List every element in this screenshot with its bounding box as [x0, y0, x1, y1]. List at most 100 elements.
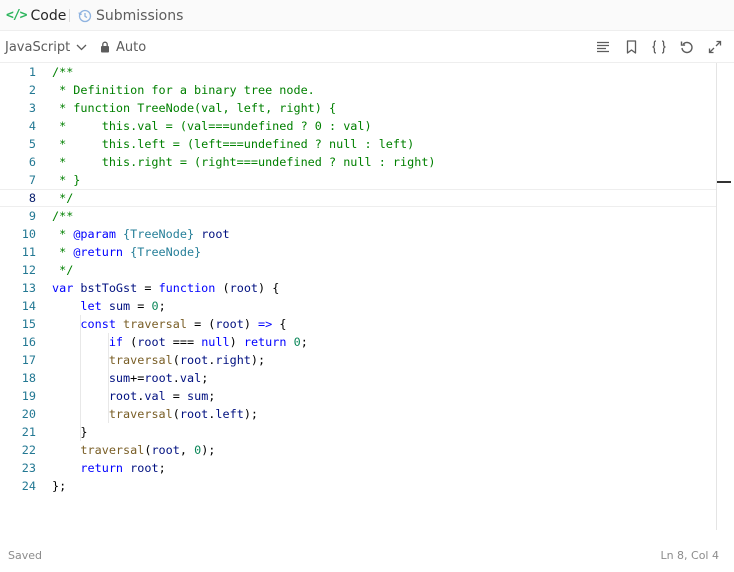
bookmark-icon[interactable]: [623, 39, 639, 55]
language-select[interactable]: JavaScript: [5, 31, 87, 63]
code-token: * }: [52, 173, 81, 187]
code-editor[interactable]: 1 /** 2 * Definition for a binary tree nod…: [0, 63, 734, 530]
line-number: 7: [28, 173, 36, 187]
line-number: 14: [21, 299, 36, 313]
code-token: root: [215, 317, 244, 331]
vertical-scrollbar[interactable]: [716, 63, 717, 530]
code-token: right: [215, 353, 251, 367]
code-line[interactable]: 20 traversal(root.left);: [0, 405, 716, 423]
code-token: ;: [158, 461, 166, 475]
line-number: 5: [28, 137, 36, 151]
code-token: null: [201, 335, 230, 349]
line-number: 21: [21, 425, 36, 439]
code-line[interactable]: 6 * this.right = (right===undefined ? nu…: [0, 153, 716, 171]
auto-mode-label: Auto: [116, 39, 147, 55]
code-token: =: [137, 281, 159, 295]
code-line[interactable]: 16 if (root === null) return 0;: [0, 333, 716, 351]
expand-icon[interactable]: [707, 39, 723, 55]
code-line[interactable]: 19 root.val = sum;: [0, 387, 716, 405]
editor-tab-bar: </> Code Submissions: [0, 0, 734, 31]
code-text: if (root === null) return 0;: [52, 333, 308, 351]
code-token: root: [130, 461, 159, 475]
code-line[interactable]: 5 * this.left = (left===undefined ? null…: [0, 135, 716, 153]
tab-submissions-label: Submissions: [96, 7, 184, 24]
code-text: * @param {TreeNode} root: [52, 225, 230, 243]
code-line[interactable]: 12 */: [0, 261, 716, 279]
code-token: * this.left = (left===undefined ? null :…: [52, 137, 415, 151]
code-line[interactable]: 4 * this.val = (val===undefined ? 0 : va…: [0, 117, 716, 135]
line-number: 16: [21, 335, 36, 349]
code-text: */: [52, 190, 73, 206]
code-token: ): [243, 317, 259, 331]
line-number: 9: [28, 209, 36, 223]
code-line[interactable]: 1 /**: [0, 63, 716, 81]
code-line[interactable]: 2 * Definition for a binary tree node.: [0, 81, 716, 99]
code-line[interactable]: 9 /**: [0, 207, 716, 225]
code-token: +=: [130, 371, 145, 385]
scrollbar-cursor-marker: [717, 181, 731, 183]
code-text: root.val = sum;: [52, 387, 216, 405]
undo-icon[interactable]: [679, 39, 695, 55]
auto-mode-button[interactable]: Auto: [100, 31, 146, 63]
code-token: = (: [186, 317, 216, 331]
code-text: /**: [52, 207, 73, 225]
code-token: /**: [52, 65, 74, 79]
code-token: root: [137, 335, 166, 349]
code-line[interactable]: 22 traversal(root, 0);: [0, 441, 716, 459]
code-line[interactable]: 10 * @param {TreeNode} root: [0, 225, 716, 243]
code-line[interactable]: 21 }: [0, 423, 716, 441]
saved-status: Saved: [8, 549, 42, 562]
code-token: ) {: [258, 281, 280, 295]
code-token: let: [80, 299, 102, 313]
code-text: * this.val = (val===undefined ? 0 : val): [52, 117, 372, 135]
code-token: sum: [108, 299, 131, 313]
code-token: ;: [300, 335, 308, 349]
code-text: * this.left = (left===undefined ? null :…: [52, 135, 414, 153]
tab-divider: [69, 9, 70, 22]
line-number: 15: [21, 317, 36, 331]
line-number: 24: [21, 479, 36, 493]
code-line[interactable]: 18 sum+=root.val;: [0, 369, 716, 387]
code-line[interactable]: 13 var bstToGst = function (root) {: [0, 279, 716, 297]
code-token: *: [52, 227, 74, 241]
tab-submissions[interactable]: Submissions: [78, 0, 183, 31]
code-line[interactable]: 11 * @return {TreeNode}: [0, 243, 716, 261]
code-line[interactable]: 3 * function TreeNode(val, left, right) …: [0, 99, 716, 117]
tab-code[interactable]: </> Code: [6, 0, 66, 31]
code-token: * this.val = (val===undefined ? 0 : val): [52, 119, 372, 133]
code-token: 0: [293, 335, 301, 349]
code-line[interactable]: 7 * }: [0, 171, 716, 189]
code-text: traversal(root, 0);: [52, 441, 215, 459]
code-line[interactable]: 14 let sum = 0;: [0, 297, 716, 315]
code-token: );: [250, 353, 266, 367]
code-text: traversal(root.right);: [52, 351, 265, 369]
line-number: 17: [21, 353, 36, 367]
language-label: JavaScript: [5, 39, 71, 55]
code-token: */: [52, 191, 74, 205]
code-line[interactable]: 24};: [0, 477, 716, 495]
code-token: ,: [179, 443, 195, 457]
code-token: (: [172, 407, 180, 421]
braces-icon[interactable]: [651, 39, 667, 55]
code-token: traversal: [80, 443, 145, 457]
code-line[interactable]: 8 */: [0, 189, 716, 207]
code-line[interactable]: 17 traversal(root.right);: [0, 351, 716, 369]
code-token: root: [144, 371, 173, 385]
code-text: }: [52, 423, 87, 441]
code-token: {TreeNode}: [123, 227, 195, 241]
code-token: const: [80, 317, 116, 331]
code-token: function: [158, 281, 216, 295]
code-token: root: [201, 227, 230, 241]
list-icon[interactable]: [595, 39, 611, 55]
code-line[interactable]: 15 const traversal = (root) => {: [0, 315, 716, 333]
code-token: =>: [258, 317, 273, 331]
tab-code-label: Code: [30, 7, 67, 24]
code-line[interactable]: 23 return root;: [0, 459, 716, 477]
